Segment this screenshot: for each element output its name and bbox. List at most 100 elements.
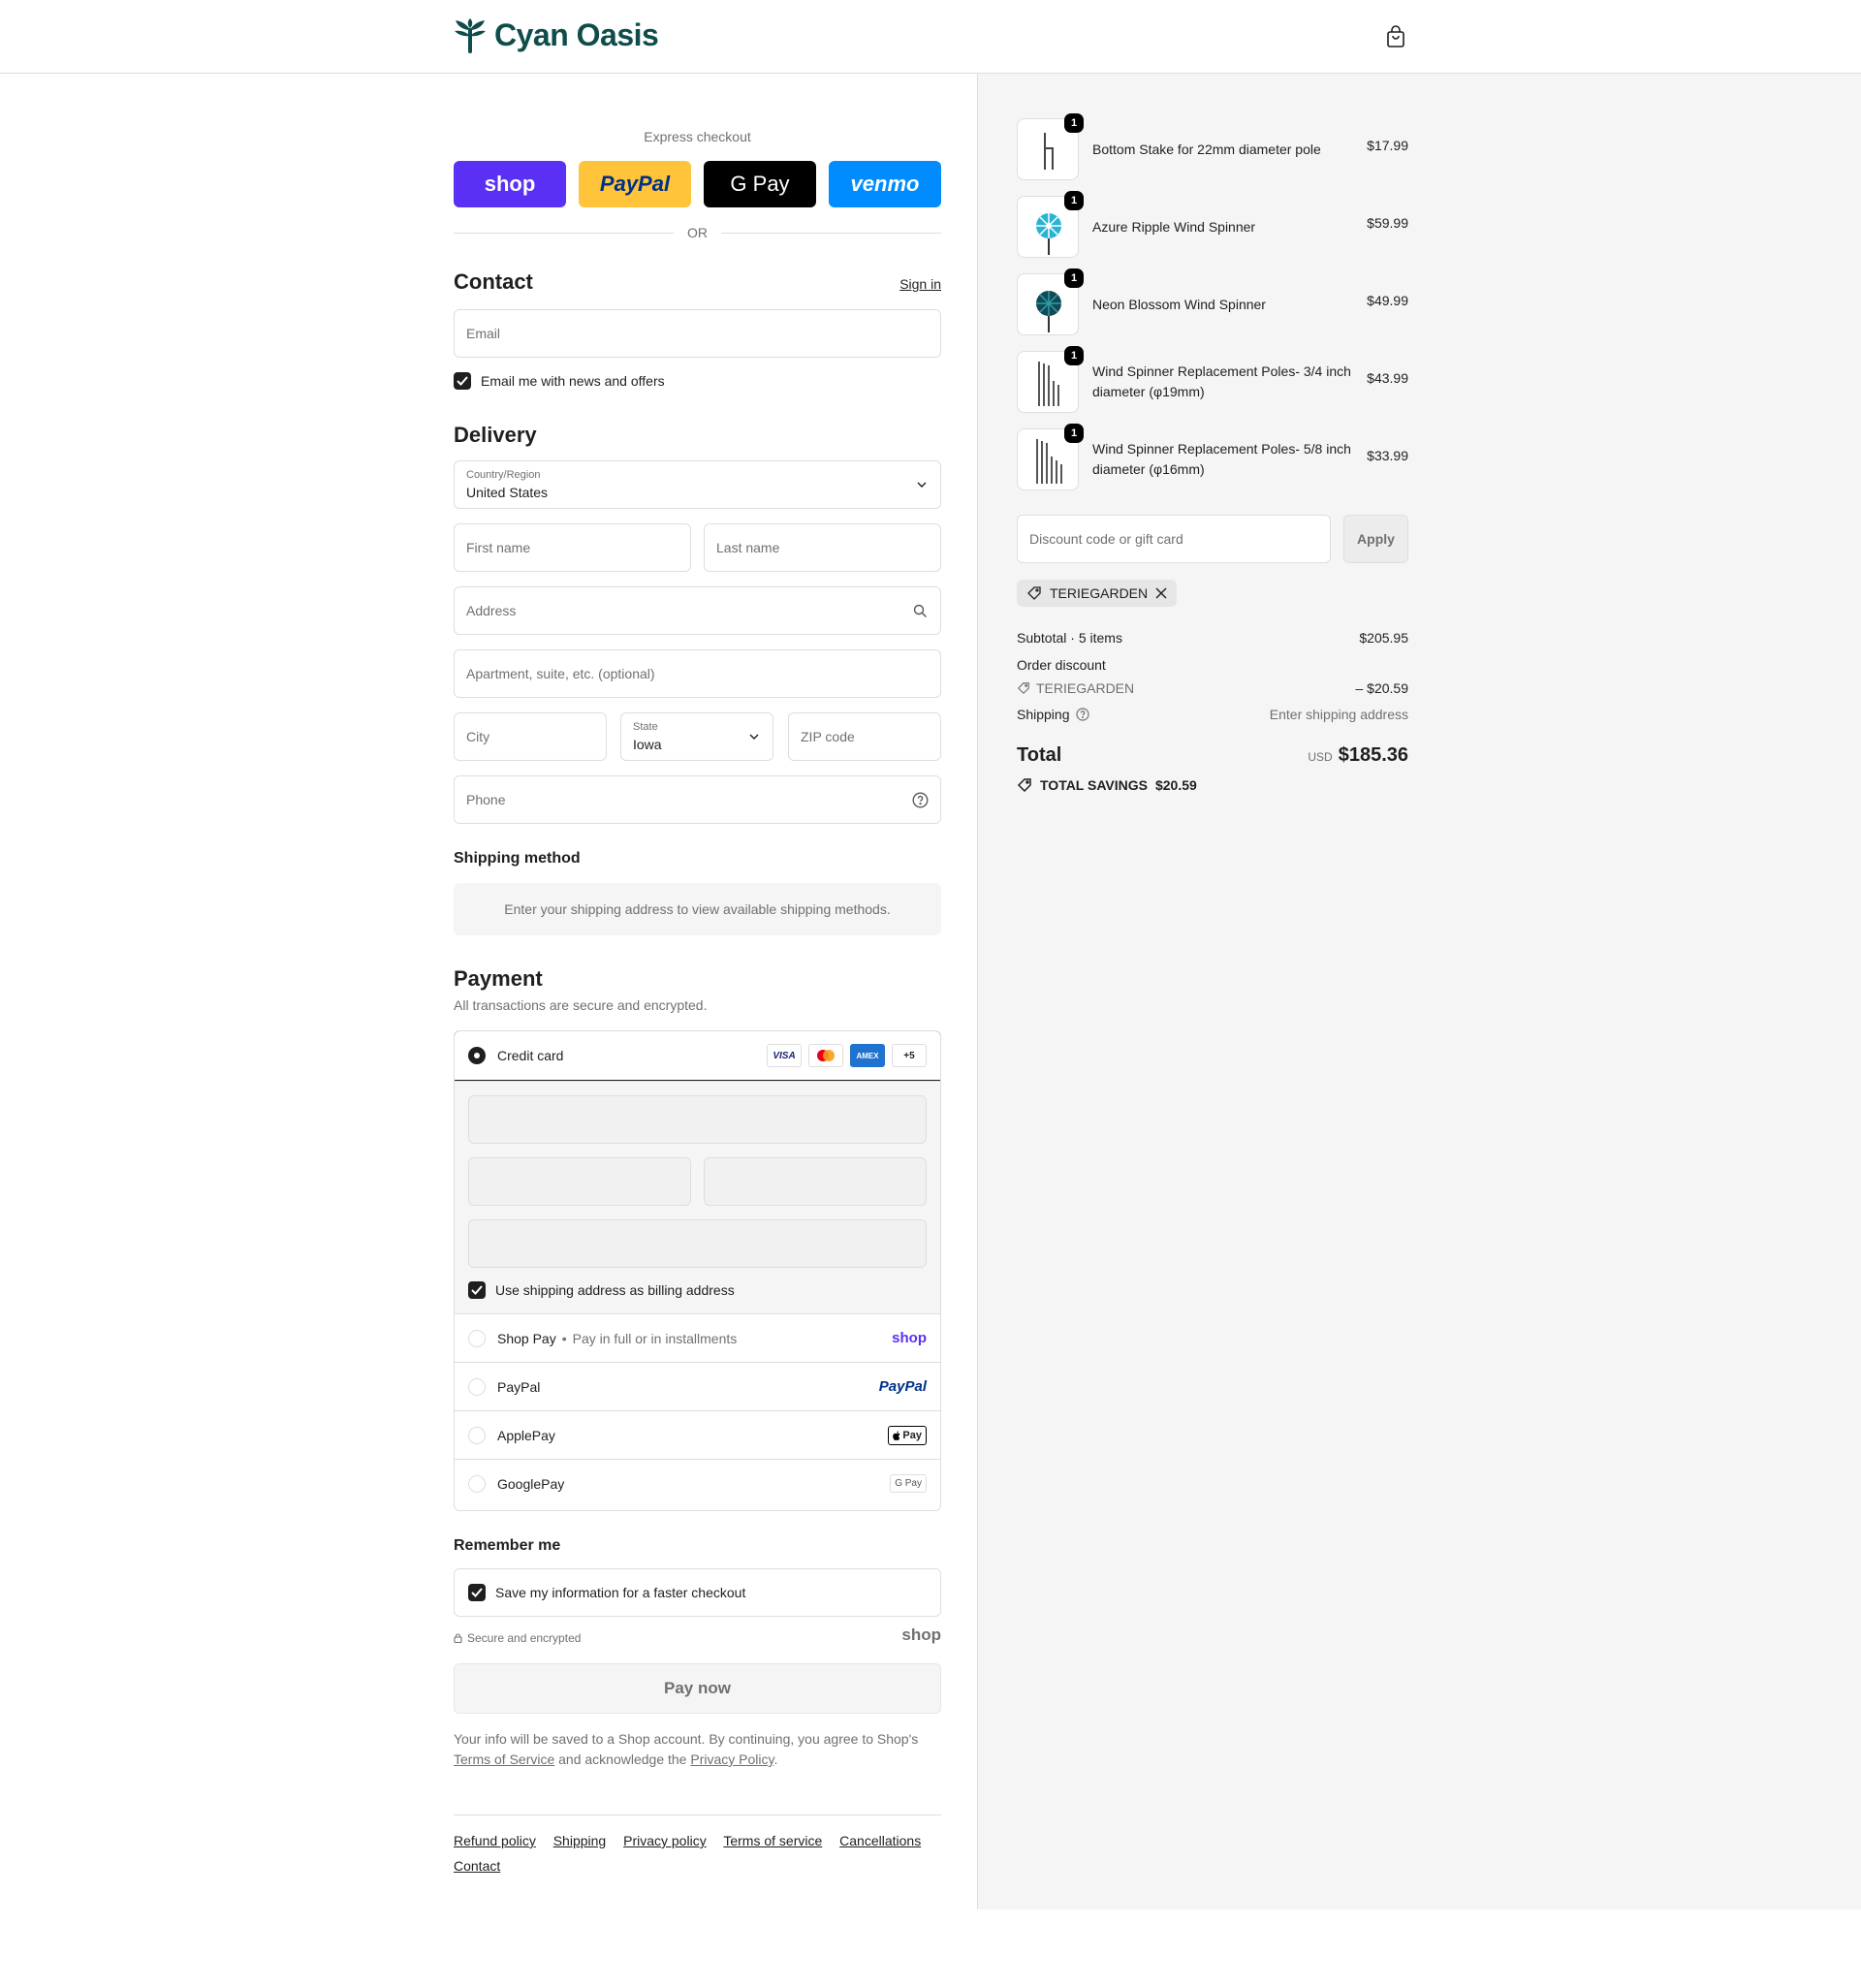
expiration-field[interactable] bbox=[468, 1157, 691, 1206]
city-field[interactable]: City bbox=[454, 712, 607, 761]
country-select[interactable]: Country/Region United States bbox=[454, 460, 941, 509]
item-name: Neon Blossom Wind Spinner bbox=[1092, 296, 1266, 312]
first-name-field[interactable]: First name bbox=[454, 523, 691, 572]
shop-pay-logo: shop bbox=[892, 1330, 927, 1346]
quantity-badge: 1 bbox=[1064, 424, 1084, 443]
googlepay-label: GooglePay bbox=[497, 1475, 565, 1492]
security-code-field[interactable] bbox=[704, 1157, 927, 1206]
paypal-express-button[interactable]: PayPal bbox=[579, 161, 691, 207]
item-price: $59.99 bbox=[1367, 215, 1408, 231]
privacy-policy-footer-link[interactable]: Privacy policy bbox=[623, 1833, 707, 1848]
applepay-radio[interactable] bbox=[468, 1426, 486, 1444]
total-savings-label: TOTAL SAVINGS bbox=[1040, 777, 1148, 793]
order-item: 1 Wind Spinner Replacement Poles- 5/8 in… bbox=[1017, 424, 1408, 491]
tag-icon bbox=[1027, 586, 1041, 600]
more-cards-badge: +5 bbox=[892, 1044, 927, 1067]
terms-of-service-footer-link[interactable]: Terms of service bbox=[723, 1833, 822, 1848]
help-icon[interactable] bbox=[912, 792, 929, 808]
billing-checkbox[interactable] bbox=[468, 1281, 486, 1299]
chevron-down-icon bbox=[749, 734, 759, 740]
terms-of-service-link[interactable]: Terms of Service bbox=[454, 1751, 554, 1767]
billing-checkbox-row[interactable]: Use shipping address as billing address bbox=[468, 1281, 735, 1299]
brand-logo[interactable]: Cyan Oasis bbox=[454, 17, 659, 53]
shop-pay-express-button[interactable]: shop bbox=[454, 161, 566, 207]
applepay-option[interactable]: ApplePay Pay bbox=[455, 1410, 940, 1459]
google-pay-express-button[interactable]: G Pay bbox=[704, 161, 816, 207]
last-name-field[interactable]: Last name bbox=[704, 523, 941, 572]
amex-icon: AMEX bbox=[850, 1044, 885, 1067]
payment-methods: Credit card VISA AMEX +5 Use shipping ad… bbox=[454, 1030, 941, 1511]
card-number-field[interactable] bbox=[468, 1095, 927, 1144]
mastercard-icon bbox=[808, 1044, 843, 1067]
close-icon[interactable] bbox=[1155, 587, 1167, 599]
order-discount-row: Order discount bbox=[1017, 657, 1408, 673]
card-details-panel: Use shipping address as billing address bbox=[455, 1081, 940, 1313]
credit-card-option[interactable]: Credit card VISA AMEX +5 bbox=[455, 1031, 940, 1081]
address-field[interactable]: Address bbox=[454, 586, 941, 635]
secure-note: Secure and encrypted bbox=[454, 1631, 581, 1645]
save-info-label: Save my information for a faster checkou… bbox=[495, 1585, 746, 1600]
item-name: Azure Ripple Wind Spinner bbox=[1092, 218, 1256, 235]
zip-code-field[interactable]: ZIP code bbox=[788, 712, 941, 761]
discount-code-input[interactable]: Discount code or gift card bbox=[1017, 515, 1331, 563]
checkmark-icon bbox=[471, 1285, 483, 1295]
shop-pay-radio[interactable] bbox=[468, 1329, 486, 1347]
help-icon[interactable] bbox=[1075, 708, 1089, 721]
state-select[interactable]: State Iowa bbox=[620, 712, 773, 761]
paypal-logo: PayPal bbox=[878, 1378, 927, 1395]
order-discount-label: Order discount bbox=[1017, 657, 1106, 673]
shipping-link[interactable]: Shipping bbox=[553, 1833, 607, 1848]
credit-card-radio[interactable] bbox=[468, 1047, 486, 1064]
billing-checkbox-label: Use shipping address as billing address bbox=[495, 1282, 735, 1298]
express-checkout-title: Express checkout bbox=[644, 129, 751, 144]
privacy-policy-link[interactable]: Privacy Policy bbox=[690, 1751, 773, 1767]
save-info-checkbox[interactable] bbox=[468, 1584, 486, 1601]
paypal-option[interactable]: PayPal PayPal bbox=[455, 1362, 940, 1410]
paypal-radio[interactable] bbox=[468, 1377, 486, 1396]
lock-icon bbox=[454, 1633, 462, 1643]
googlepay-option[interactable]: GooglePay G Pay bbox=[455, 1459, 940, 1507]
shopping-bag-icon[interactable] bbox=[1385, 25, 1406, 51]
shop-pay-option[interactable]: Shop Pay • Pay in full or in installment… bbox=[455, 1313, 940, 1362]
credit-card-label: Credit card bbox=[497, 1048, 564, 1063]
phone-field[interactable]: Phone bbox=[454, 775, 941, 824]
item-name: Bottom Stake for 22mm diameter pole bbox=[1092, 141, 1321, 157]
or-divider: OR bbox=[454, 225, 941, 240]
venmo-express-button[interactable]: venmo bbox=[829, 161, 941, 207]
apple-icon bbox=[893, 1431, 900, 1440]
save-info-row[interactable]: Save my information for a faster checkou… bbox=[454, 1568, 941, 1617]
item-price: $17.99 bbox=[1367, 138, 1408, 153]
pay-now-button[interactable]: Pay now bbox=[454, 1663, 941, 1714]
news-checkbox[interactable] bbox=[454, 372, 471, 390]
quantity-badge: 1 bbox=[1064, 346, 1084, 365]
cancellations-link[interactable]: Cancellations bbox=[839, 1833, 921, 1848]
product-thumbnail: 1 bbox=[1017, 424, 1084, 490]
quantity-badge: 1 bbox=[1064, 113, 1084, 133]
quantity-badge: 1 bbox=[1064, 191, 1084, 210]
name-on-card-field[interactable] bbox=[468, 1219, 927, 1268]
email-field[interactable]: Email bbox=[454, 309, 941, 358]
discount-amount: – $20.59 bbox=[1355, 680, 1409, 696]
sign-in-link[interactable]: Sign in bbox=[899, 276, 941, 292]
search-icon bbox=[913, 604, 927, 617]
googlepay-radio[interactable] bbox=[468, 1474, 486, 1493]
discount-tag-label: TERIEGARDEN bbox=[1050, 585, 1149, 601]
apartment-field[interactable]: Apartment, suite, etc. (optional) bbox=[454, 649, 941, 698]
total-label: Total bbox=[1017, 744, 1062, 766]
currency-code: USD bbox=[1308, 750, 1333, 764]
contact-link[interactable]: Contact bbox=[454, 1858, 500, 1874]
news-checkbox-row[interactable]: Email me with news and offers bbox=[454, 372, 665, 390]
product-thumbnail: 1 bbox=[1017, 191, 1084, 258]
discount-code-row: TERIEGARDEN – $20.59 bbox=[1017, 680, 1408, 696]
chevron-down-icon bbox=[917, 482, 927, 488]
refund-policy-link[interactable]: Refund policy bbox=[454, 1833, 536, 1848]
order-item: 1 Wind Spinner Replacement Poles- 3/4 in… bbox=[1017, 346, 1408, 414]
shipping-label: Shipping bbox=[1017, 707, 1070, 722]
order-summary: 1 Bottom Stake for 22mm diameter pole $1… bbox=[977, 74, 1861, 1909]
googlepay-logo: G Pay bbox=[890, 1474, 927, 1493]
product-thumbnail: 1 bbox=[1017, 113, 1084, 180]
shop-pay-label: Shop Pay bbox=[497, 1330, 556, 1346]
item-price: $49.99 bbox=[1367, 293, 1408, 308]
apply-button[interactable]: Apply bbox=[1343, 515, 1408, 563]
leaf-logo-icon bbox=[455, 17, 486, 53]
